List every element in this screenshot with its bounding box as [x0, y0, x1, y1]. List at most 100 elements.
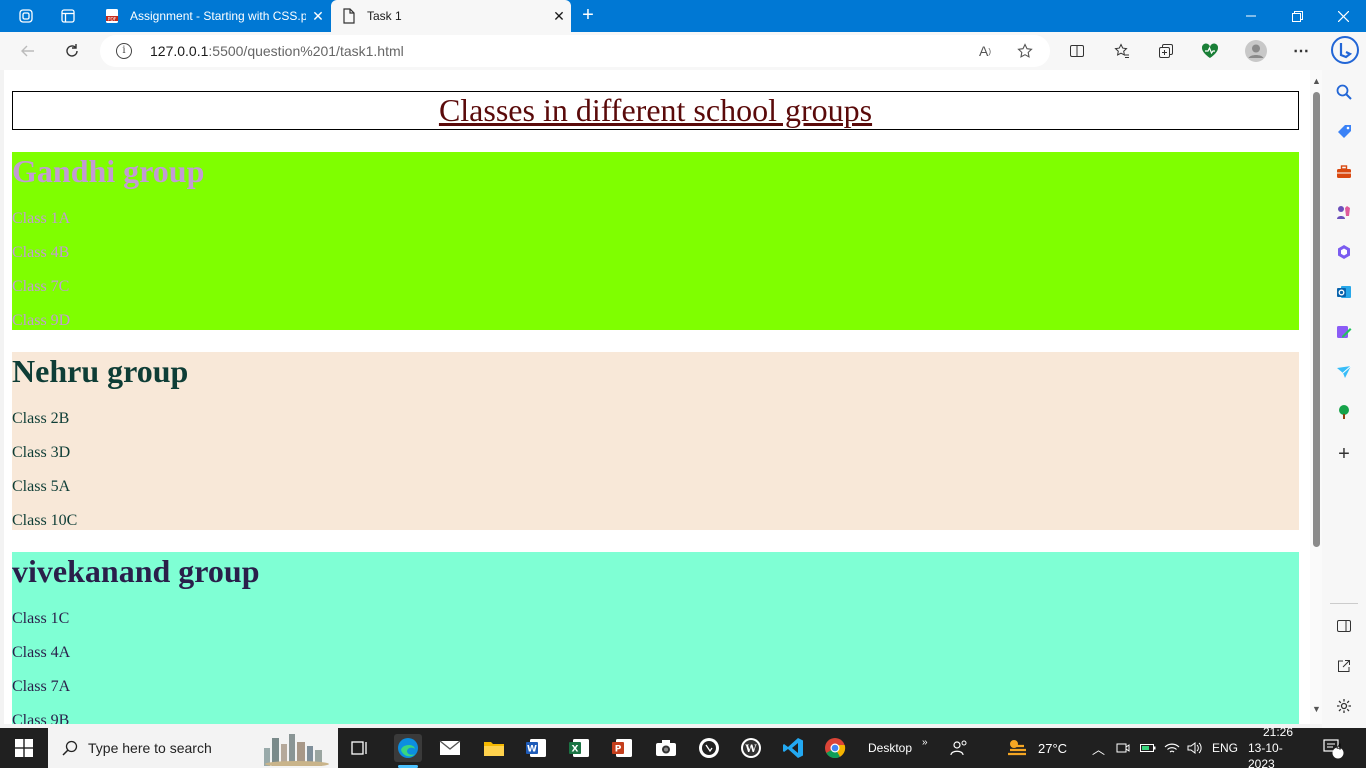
- designer-icon[interactable]: [1334, 322, 1354, 342]
- address-bar[interactable]: i 127.0.0.1:5500/question%201/task1.html…: [100, 35, 1050, 67]
- tools-icon[interactable]: [1334, 162, 1354, 182]
- class-item: Class 2B: [12, 410, 70, 427]
- favorite-star-icon[interactable]: [1015, 41, 1035, 61]
- page-icon: [341, 8, 357, 24]
- class-item: Class 10C: [12, 512, 78, 529]
- browser-essentials-icon[interactable]: [1198, 39, 1222, 63]
- class-item: Class 1C: [12, 610, 70, 627]
- people-icon[interactable]: [945, 734, 973, 762]
- open-external-icon[interactable]: [1334, 656, 1354, 676]
- split-screen-icon[interactable]: [1065, 39, 1089, 63]
- clock[interactable]: 21:26 13-10-2023: [1248, 725, 1308, 768]
- collections-icon[interactable]: [1154, 39, 1178, 63]
- svg-text:X: X: [572, 745, 579, 755]
- back-arrow-icon[interactable]: [16, 39, 40, 63]
- tab-assignment[interactable]: PDF Assignment - Starting with CSS.p ✕: [94, 0, 330, 32]
- clock-time: 21:26: [1262, 725, 1294, 739]
- minimize-icon[interactable]: [1228, 0, 1274, 32]
- workspaces-icon[interactable]: [16, 6, 36, 26]
- new-tab-icon[interactable]: +: [576, 4, 600, 28]
- taskbar-search-box[interactable]: Type here to search: [48, 728, 338, 768]
- windows-taskbar: Type here to search W X P W Desktop » 27…: [0, 725, 1366, 768]
- file-explorer-icon[interactable]: [480, 734, 508, 762]
- tab-label: Task 1: [367, 9, 402, 23]
- group-gandhi: Gandhi group Class 1A Class 4B Class 7C …: [12, 152, 1299, 330]
- github-desktop-icon[interactable]: [695, 734, 723, 762]
- sidebar-settings-gear-icon[interactable]: [1334, 696, 1354, 716]
- refresh-icon[interactable]: [60, 39, 84, 63]
- volume-icon[interactable]: [1187, 728, 1203, 768]
- shopping-tag-icon[interactable]: [1334, 122, 1354, 142]
- read-aloud-icon[interactable]: A): [975, 41, 995, 61]
- mail-icon[interactable]: [436, 734, 464, 762]
- language-label: ENG: [1212, 741, 1239, 755]
- scrollbar-thumb[interactable]: [1313, 92, 1320, 547]
- tree-icon[interactable]: [1334, 402, 1354, 422]
- svg-text:W: W: [527, 745, 537, 755]
- language-indicator[interactable]: ENG: [1212, 728, 1238, 768]
- scroll-up-arrow-icon[interactable]: ▲: [1312, 76, 1321, 86]
- excel-icon[interactable]: X: [565, 734, 593, 762]
- weather-widget[interactable]: 27°C: [1004, 728, 1067, 768]
- class-item: Class 3D: [12, 444, 71, 461]
- site-info-icon[interactable]: i: [116, 43, 132, 59]
- class-item: Class 7A: [12, 678, 71, 695]
- browser-toolbar: i 127.0.0.1:5500/question%201/task1.html…: [0, 32, 1366, 70]
- search-highlight-city-icon: [264, 734, 329, 766]
- tab-task1[interactable]: Task 1 ✕: [331, 0, 571, 32]
- url-text[interactable]: 127.0.0.1:5500/question%201/task1.html: [150, 43, 404, 59]
- close-tab-icon[interactable]: ✕: [306, 8, 330, 25]
- powerpoint-icon[interactable]: P: [608, 734, 636, 762]
- notification-count: 4: [1336, 742, 1342, 752]
- class-item: Class 7C: [12, 278, 70, 295]
- battery-icon[interactable]: [1140, 728, 1156, 768]
- send-icon[interactable]: [1334, 362, 1354, 382]
- add-sidebar-app-icon[interactable]: +: [1334, 443, 1354, 465]
- search-placeholder: Type here to search: [88, 740, 212, 756]
- vertical-scrollbar[interactable]: ▲ ▼: [1310, 70, 1322, 724]
- copilot-icon[interactable]: [1330, 35, 1360, 65]
- close-tab-icon[interactable]: ✕: [547, 8, 571, 25]
- microsoft-365-icon[interactable]: [1334, 242, 1354, 262]
- page-viewport[interactable]: Classes in different school groups Gandh…: [4, 70, 1322, 724]
- group-heading: vivekanand group: [12, 553, 260, 589]
- task-view-icon[interactable]: [346, 734, 374, 762]
- group-heading: Nehru group: [12, 353, 189, 389]
- show-hidden-icons-chevron-icon[interactable]: ︿: [1092, 728, 1105, 768]
- games-icon[interactable]: [1334, 202, 1354, 222]
- profile-avatar-icon[interactable]: [1244, 39, 1268, 63]
- class-item: Class 4B: [12, 244, 70, 261]
- settings-more-icon[interactable]: ⋯: [1289, 39, 1313, 63]
- wordpress-icon[interactable]: W: [737, 734, 765, 762]
- pdf-icon: PDF: [104, 8, 120, 24]
- windows-start-icon[interactable]: [10, 734, 38, 762]
- wifi-icon[interactable]: [1164, 728, 1180, 768]
- page-content: Classes in different school groups Gandh…: [12, 91, 1299, 724]
- tab-actions-icon[interactable]: [58, 6, 78, 26]
- chevron-expand-icon[interactable]: »: [922, 737, 928, 748]
- edge-sidebar: +: [1322, 70, 1366, 728]
- svg-text:PDF: PDF: [108, 16, 117, 22]
- class-item: Class 9B: [12, 712, 70, 724]
- chrome-icon[interactable]: [821, 734, 849, 762]
- edge-browser-icon[interactable]: [394, 734, 422, 762]
- vscode-icon[interactable]: [779, 734, 807, 762]
- close-window-icon[interactable]: [1320, 0, 1366, 32]
- outlook-icon[interactable]: [1334, 282, 1354, 302]
- camera-icon[interactable]: [652, 734, 680, 762]
- restore-icon[interactable]: [1274, 0, 1320, 32]
- class-item: Class 9D: [12, 312, 71, 329]
- scroll-down-arrow-icon[interactable]: ▼: [1312, 704, 1321, 714]
- browser-title-bar: PDF Assignment - Starting with CSS.p ✕ T…: [0, 0, 1366, 32]
- search-icon[interactable]: [1334, 82, 1354, 102]
- hide-sidebar-icon[interactable]: [1334, 616, 1354, 636]
- favorites-icon[interactable]: [1110, 39, 1134, 63]
- group-vivekanand: vivekanand group Class 1C Class 4A Class…: [12, 552, 1299, 724]
- svg-text:W: W: [744, 744, 757, 755]
- meet-now-icon[interactable]: [1116, 728, 1130, 768]
- desktop-toolbar[interactable]: Desktop »: [868, 728, 928, 768]
- word-icon[interactable]: W: [522, 734, 550, 762]
- class-item: Class 4A: [12, 644, 71, 661]
- notifications-icon[interactable]: 4: [1322, 728, 1344, 768]
- page-title-box: Classes in different school groups: [12, 91, 1299, 130]
